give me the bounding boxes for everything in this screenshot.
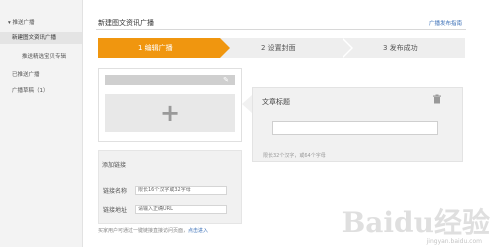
step-active-arrow [220,38,230,58]
step-3: 3 发布成功 [383,44,418,52]
article-title-label: 文章标题 [262,98,290,106]
help-link[interactable]: 广播发布指南 [429,19,462,27]
footer-note: 买家用户可通过一键链接直接访问页面，点击进入 [98,227,208,234]
callout-arrow [242,95,252,113]
cover-card: ✎ + [98,68,242,142]
step-indicator: 1 编辑广播 2 设置封面 3 发布成功 [98,38,465,58]
link-url-label: 链接地址 [103,207,128,214]
link-heading: 添加链接 [102,162,127,169]
footer-link[interactable]: 点击进入 [188,228,208,234]
sidebar-group-broadcast[interactable]: ▾ 推送广播 [8,18,35,26]
trash-icon[interactable] [432,94,442,104]
step-separator-inner [341,38,351,58]
step-1: 1 编辑广播 [138,44,173,52]
sidebar-item-new-article[interactable]: 新建图文资讯广播 [0,32,82,44]
link-name-field[interactable]: 限长16个汉字或32字母 [135,186,227,195]
article-title-input[interactable] [272,121,438,135]
cover-title-bar: ✎ [105,75,235,85]
watermark-logo: Baidu经验 [341,206,490,239]
watermark-url: jingyan.baidu.com [426,238,482,245]
plus-icon[interactable]: + [105,94,235,132]
link-name-label: 链接名称 [103,188,128,195]
sidebar-item-sent[interactable]: 已推送广播 [12,70,40,78]
add-article-area[interactable]: + [105,94,235,132]
title-divider [96,29,466,30]
article-title-hint: 限长32个汉字，或64个字母 [263,153,326,159]
step-2: 2 设置封面 [261,44,296,52]
pencil-icon[interactable]: ✎ [223,75,229,85]
page-title: 新建图文资讯广播 [98,19,154,27]
sidebar-item-push-collection[interactable]: 推送精选宝贝专辑 [22,52,66,60]
sidebar: ▾ 推送广播 新建图文资讯广播 推送精选宝贝专辑 已推送广播 广播草稿（1） [0,0,83,247]
footer-note-text: 买家用户可通过一键链接直接访问页面， [98,228,189,234]
link-url-field[interactable]: 请输入正确URL [135,205,227,214]
sidebar-item-drafts[interactable]: 广播草稿（1） [12,86,49,94]
